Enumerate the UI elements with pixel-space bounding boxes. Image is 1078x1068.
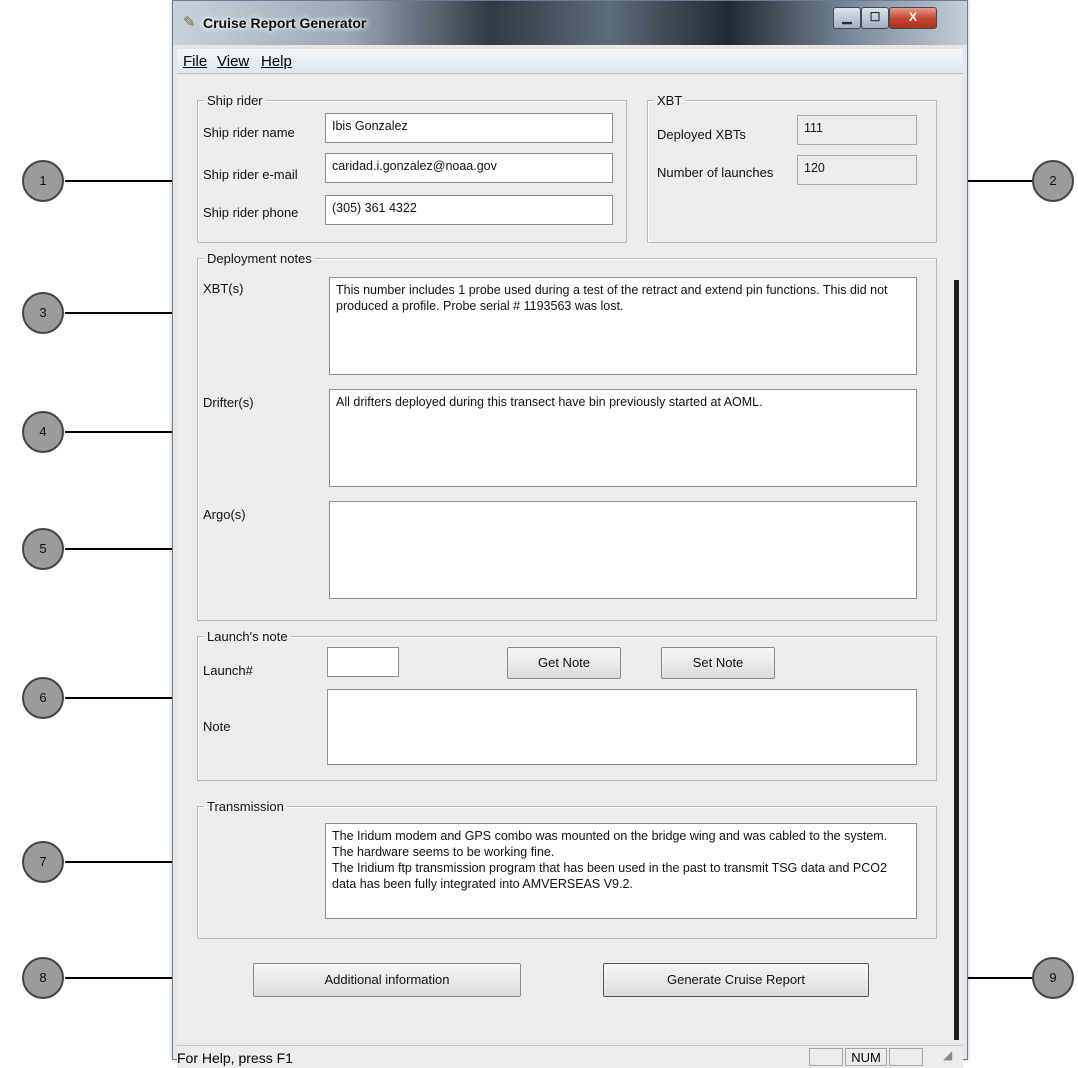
app-window: ✎ Cruise Report Generator ▁ ☐ X File Vie… xyxy=(172,0,968,1068)
menu-view[interactable]: View xyxy=(217,53,249,70)
launch-note-legend: Launch's note xyxy=(207,629,288,644)
note-label: Note xyxy=(203,719,231,734)
callout-4: 4 xyxy=(22,411,64,453)
argo-notes-textarea[interactable] xyxy=(329,501,917,599)
transmission-textarea[interactable]: The Iridum modem and GPS combo was mount… xyxy=(325,823,917,919)
number-of-launches-field: 120 xyxy=(797,155,917,185)
scrollbar-track[interactable] xyxy=(954,280,959,1040)
menu-file-label: File xyxy=(183,53,208,70)
status-bar: For Help, press F1 NUM ◢ xyxy=(177,1045,963,1068)
launch-number-field[interactable] xyxy=(327,647,399,677)
ship-rider-phone-label: Ship rider phone xyxy=(203,205,299,220)
status-cell-caps xyxy=(809,1048,843,1066)
ship-rider-legend: Ship rider xyxy=(207,93,263,108)
launch-number-label: Launch# xyxy=(203,663,253,678)
menu-help[interactable]: Help xyxy=(261,53,292,70)
ship-rider-phone-field[interactable]: (305) 361 4322 xyxy=(325,195,613,225)
callout-9: 9 xyxy=(1032,957,1074,999)
menu-help-label: Help xyxy=(261,53,292,70)
deployed-xbts-field: 111 xyxy=(797,115,917,145)
status-help-text: For Help, press F1 xyxy=(177,1050,293,1066)
menu-file[interactable]: File xyxy=(183,53,207,70)
ship-rider-name-label: Ship rider name xyxy=(203,125,295,140)
title-bar[interactable]: ✎ Cruise Report Generator ▁ ☐ X xyxy=(173,1,967,45)
number-of-launches-label: Number of launches xyxy=(657,165,774,180)
ship-rider-name-field[interactable]: Ibis Gonzalez xyxy=(325,113,613,143)
callout-8: 8 xyxy=(22,957,64,999)
close-button[interactable]: X xyxy=(889,7,937,29)
resize-grip-icon[interactable]: ◢ xyxy=(943,1048,952,1062)
maximize-button[interactable]: ☐ xyxy=(861,7,889,29)
client-area: Ship rider Ship rider name Ibis Gonzalez… xyxy=(177,75,963,1043)
status-cell-scrl xyxy=(889,1048,923,1066)
argo-notes-label: Argo(s) xyxy=(203,507,246,522)
status-num-indicator: NUM xyxy=(845,1048,887,1066)
transmission-legend: Transmission xyxy=(207,799,284,814)
callout-7: 7 xyxy=(22,841,64,883)
get-note-button[interactable]: Get Note xyxy=(507,647,621,679)
callout-6: 6 xyxy=(22,677,64,719)
drifter-notes-label: Drifter(s) xyxy=(203,395,254,410)
ship-rider-email-field[interactable]: caridad.i.gonzalez@noaa.gov xyxy=(325,153,613,183)
xbt-legend: XBT xyxy=(657,93,683,108)
additional-information-button[interactable]: Additional information xyxy=(253,963,521,997)
note-field[interactable] xyxy=(327,689,917,765)
drifter-notes-textarea[interactable]: All drifters deployed during this transe… xyxy=(329,389,917,487)
deployed-xbts-label: Deployed XBTs xyxy=(657,127,746,142)
generate-cruise-report-button[interactable]: Generate Cruise Report xyxy=(603,963,869,997)
xbt-notes-label: XBT(s) xyxy=(203,281,244,296)
menu-view-label: View xyxy=(217,53,250,70)
callout-3: 3 xyxy=(22,292,64,334)
callout-1: 1 xyxy=(22,160,64,202)
set-note-button[interactable]: Set Note xyxy=(661,647,775,679)
callout-2: 2 xyxy=(1032,160,1074,202)
menu-bar: File View Help xyxy=(177,49,963,74)
minimize-button[interactable]: ▁ xyxy=(833,7,861,29)
deployment-notes-legend: Deployment notes xyxy=(207,251,312,266)
ship-rider-email-label: Ship rider e-mail xyxy=(203,167,298,182)
app-icon: ✎ xyxy=(183,14,196,31)
callout-5: 5 xyxy=(22,528,64,570)
window-title: Cruise Report Generator xyxy=(203,15,367,31)
xbt-notes-textarea[interactable]: This number includes 1 probe used during… xyxy=(329,277,917,375)
